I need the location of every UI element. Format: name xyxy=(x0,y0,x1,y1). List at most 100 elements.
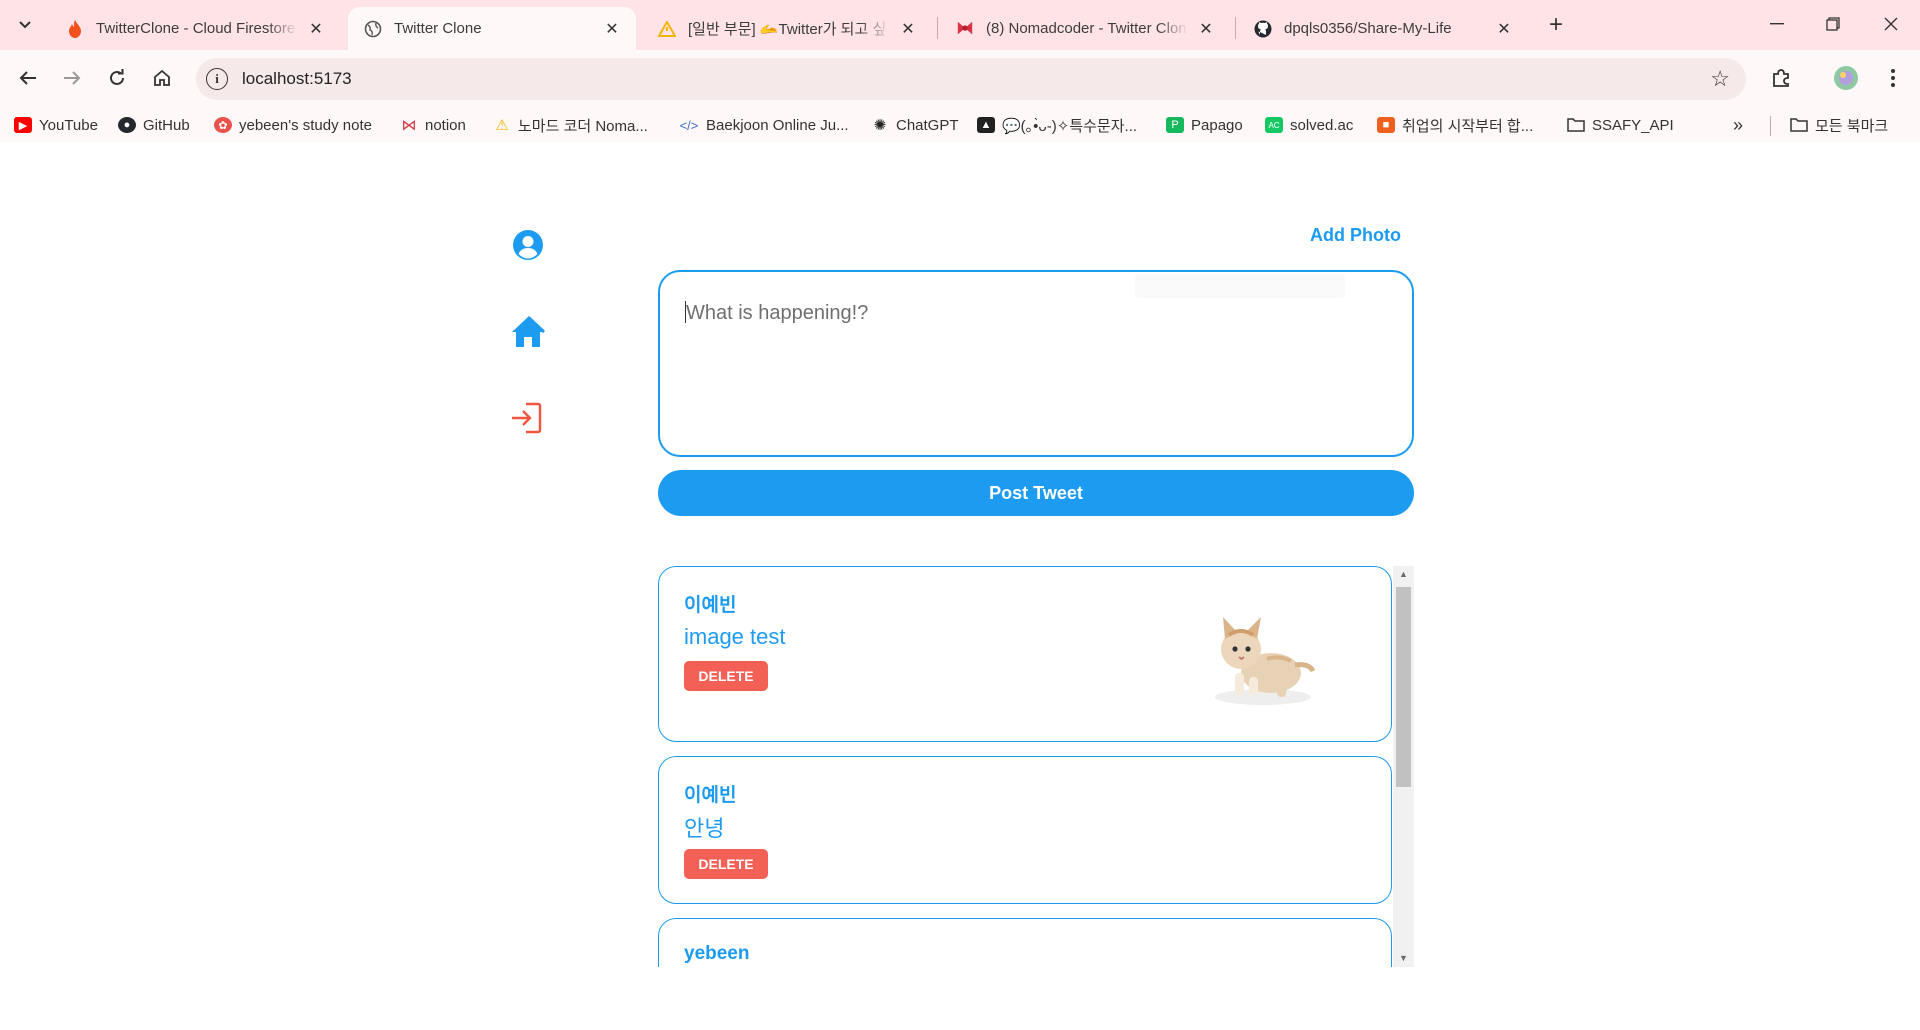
scrollbar-thumb[interactable] xyxy=(1396,587,1411,787)
restore-button[interactable] xyxy=(1813,8,1853,40)
user-circle-icon xyxy=(513,230,543,260)
tab-separator xyxy=(1235,17,1236,39)
new-tab-button[interactable]: + xyxy=(1542,12,1570,40)
ghost-overlay xyxy=(1135,274,1345,298)
bookmark-chatgpt[interactable]: ✺ ChatGPT xyxy=(871,114,959,136)
reload-button[interactable] xyxy=(101,62,133,94)
restore-icon xyxy=(1826,17,1840,31)
logout-nav-button[interactable] xyxy=(508,400,544,436)
close-window-button[interactable] xyxy=(1871,8,1911,40)
more-bookmarks-button[interactable]: » xyxy=(1733,114,1743,136)
scroll-down-arrow-icon[interactable]: ▼ xyxy=(1393,950,1414,967)
bookmarks-separator xyxy=(1770,116,1771,136)
add-photo-button[interactable]: Add Photo xyxy=(1310,225,1401,246)
back-button[interactable] xyxy=(12,62,44,94)
post-tweet-button[interactable]: Post Tweet xyxy=(658,470,1414,516)
tweet-username: 이예빈 xyxy=(684,785,737,806)
tweet-username: yebeen xyxy=(684,943,750,964)
tab-nomadcoder[interactable]: (8) Nomadcoder - Twitter Clon ✕ xyxy=(940,7,1230,50)
minimize-button[interactable] xyxy=(1757,8,1797,40)
bookmark-github[interactable]: ● GitHub xyxy=(118,114,190,136)
menu-button[interactable] xyxy=(1877,62,1909,94)
note-icon: ✿ xyxy=(214,117,232,133)
firebase-icon xyxy=(66,19,84,38)
home-icon xyxy=(154,69,170,86)
minimize-icon xyxy=(1770,23,1784,25)
bookmark-youtube[interactable]: ▶ YouTube xyxy=(14,114,98,136)
bookmark-baekjoon[interactable]: </> Baekjoon Online Ju... xyxy=(679,114,849,136)
github-icon: ● xyxy=(118,117,136,133)
ribbon-icon xyxy=(956,20,974,38)
bookmark-nomadcoder[interactable]: ⚠ 노마드 코더 Noma... xyxy=(493,114,648,136)
bookmark-special-chars[interactable]: ▲ 💬(｡•̀ᴗ-)✧특수문자... xyxy=(977,114,1137,136)
cat-icon: ▲ xyxy=(977,117,995,133)
reload-icon xyxy=(110,69,124,85)
all-bookmarks-folder[interactable]: 모든 북마크 xyxy=(1790,114,1888,136)
tweet-card: 이예빈 안녕 DELETE xyxy=(658,756,1392,904)
home-button[interactable] xyxy=(146,62,178,94)
tab-twitter-clone[interactable]: Twitter Clone ✕ xyxy=(348,7,636,50)
home-nav-button[interactable] xyxy=(508,313,548,351)
kebab-menu-icon xyxy=(1891,69,1895,87)
tab-community-post[interactable]: [일반 부문] 🫴Twitter가 되고 싶 ✕ xyxy=(642,7,932,50)
chevron-down-icon xyxy=(19,21,31,29)
site-info-icon[interactable]: i xyxy=(206,68,228,90)
tweet-card: 이예빈 image test DELETE xyxy=(658,566,1392,742)
tab-search-button[interactable] xyxy=(10,10,40,40)
tweet-feed: 이예빈 image test DELETE 이예빈 안녕 DELETE yebe… xyxy=(658,566,1414,967)
browser-toolbar: i localhost:5173 ☆ xyxy=(0,50,1920,108)
openai-icon: ✺ xyxy=(873,117,887,134)
extensions-button[interactable] xyxy=(1765,62,1797,94)
bookmark-notion[interactable]: ⋈ notion xyxy=(400,114,466,136)
bookmarks-bar: ▶ YouTube ● GitHub ✿ yebeen's study note ⋈ n… xyxy=(0,108,1920,142)
url-text[interactable]: localhost:5173 xyxy=(242,69,352,89)
bookmark-study-note[interactable]: ✿ yebeen's study note xyxy=(214,114,372,136)
logout-icon xyxy=(512,402,542,434)
code-icon: </> xyxy=(679,117,699,133)
bookmark-papago[interactable]: P Papago xyxy=(1166,114,1243,136)
close-tab-icon[interactable]: ✕ xyxy=(1196,19,1216,39)
bookmark-solved-ac[interactable]: AC solved.ac xyxy=(1265,114,1353,136)
orange-square-icon: ■ xyxy=(1377,117,1395,133)
tweet-photo-kitten xyxy=(1205,605,1316,715)
arrow-right-icon xyxy=(64,71,81,85)
bookmark-folder-ssafy[interactable]: SSAFY_API xyxy=(1567,114,1674,136)
scroll-up-arrow-icon[interactable]: ▲ xyxy=(1393,566,1414,583)
tab-separator xyxy=(937,17,938,39)
bookmark-star-icon[interactable]: ☆ xyxy=(1710,66,1730,92)
warning-icon xyxy=(658,20,676,38)
profile-avatar[interactable] xyxy=(1830,62,1862,94)
tweet-card: yebeen xyxy=(658,918,1392,967)
home-icon xyxy=(512,315,546,347)
close-tab-icon[interactable]: ✕ xyxy=(602,19,622,39)
profile-nav-button[interactable] xyxy=(510,227,546,263)
youtube-icon: ▶ xyxy=(14,117,32,133)
forward-button[interactable] xyxy=(56,62,88,94)
delete-button[interactable]: DELETE xyxy=(684,849,768,879)
address-bar[interactable]: i localhost:5173 ☆ xyxy=(196,58,1746,100)
close-tab-icon[interactable]: ✕ xyxy=(306,19,326,39)
close-tab-icon[interactable]: ✕ xyxy=(898,19,918,39)
avatar-icon xyxy=(1834,66,1858,90)
tab-github-repo[interactable]: dpqls0356/Share-My-Life ✕ xyxy=(1238,7,1528,50)
close-icon xyxy=(1884,17,1898,31)
ribbon-icon: ⋈ xyxy=(401,117,417,134)
globe-icon xyxy=(364,20,382,38)
tab-strip: TwitterClone - Cloud Firestore ✕ Twitter… xyxy=(0,0,1920,50)
delete-button[interactable]: DELETE xyxy=(684,661,768,691)
puzzle-icon xyxy=(1773,69,1789,87)
warning-icon: ⚠ xyxy=(495,117,509,134)
tweet-textarea[interactable]: What is happening!? xyxy=(658,270,1414,457)
tweet-username: 이예빈 xyxy=(684,595,737,616)
tab-firestore[interactable]: TwitterClone - Cloud Firestore ✕ xyxy=(50,7,340,50)
github-icon xyxy=(1254,20,1272,38)
solved-icon: AC xyxy=(1265,117,1283,133)
folder-icon xyxy=(1567,117,1585,133)
close-tab-icon[interactable]: ✕ xyxy=(1494,19,1514,39)
feed-scrollbar[interactable]: ▲ ▼ xyxy=(1393,566,1414,967)
folder-icon xyxy=(1790,117,1808,133)
bookmark-job-guide[interactable]: ■ 취업의 시작부터 합... xyxy=(1377,114,1533,136)
papago-icon: P xyxy=(1166,117,1184,133)
tweet-placeholder: What is happening!? xyxy=(686,302,869,324)
tweet-text: image test xyxy=(684,624,786,649)
